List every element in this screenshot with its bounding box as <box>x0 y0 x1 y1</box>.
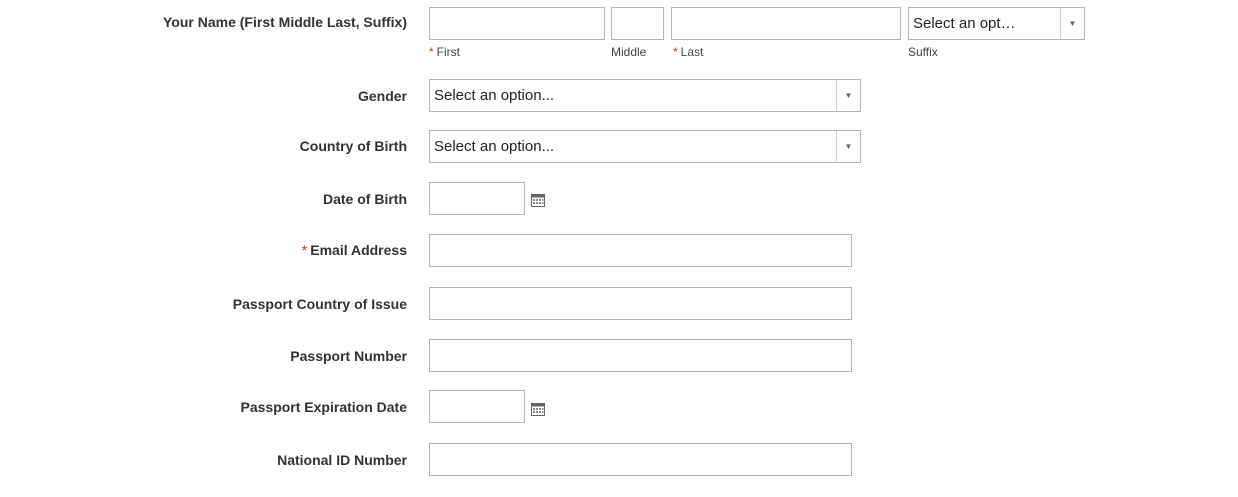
passport-country-label: Passport Country of Issue <box>232 296 407 312</box>
chevron-down-icon: ▼ <box>1060 8 1084 39</box>
gender-label: Gender <box>357 88 407 104</box>
last-sublabel: * Last <box>673 45 704 59</box>
country-of-birth-select[interactable]: Select an option... ▼ <box>429 130 861 163</box>
passport-expiration-input[interactable] <box>429 390 525 423</box>
email-field[interactable] <box>429 234 852 267</box>
first-name-input[interactable] <box>429 7 605 40</box>
suffix-select[interactable]: Select an opt… ▼ <box>908 7 1085 40</box>
passport-number-input[interactable] <box>429 339 852 372</box>
calendar-icon[interactable] <box>531 402 545 416</box>
name-label: Your Name (First Middle Last, Suffix) <box>163 14 407 30</box>
suffix-selected-value: Select an opt… <box>913 15 1016 32</box>
country-of-birth-selected-value: Select an option... <box>434 138 555 155</box>
first-sublabel: * First <box>429 45 460 59</box>
national-id-label: National ID Number <box>277 452 407 468</box>
chevron-down-icon: ▼ <box>836 80 860 111</box>
gender-select[interactable]: Select an option... ▼ <box>429 79 861 112</box>
last-name-input[interactable] <box>671 7 901 40</box>
middle-name-input[interactable] <box>611 7 664 40</box>
calendar-icon[interactable] <box>531 193 545 207</box>
date-of-birth-label: Date of Birth <box>323 191 407 207</box>
email-label: * Email Address <box>301 242 407 258</box>
suffix-sublabel: Suffix <box>908 45 938 59</box>
date-of-birth-input[interactable] <box>429 182 525 215</box>
passport-expiration-label: Passport Expiration Date <box>240 399 408 415</box>
middle-sublabel: Middle <box>611 45 647 59</box>
passport-country-input[interactable] <box>429 287 852 320</box>
gender-selected-value: Select an option... <box>434 87 555 104</box>
passport-number-label: Passport Number <box>290 348 407 364</box>
chevron-down-icon: ▼ <box>836 131 860 162</box>
national-id-input[interactable] <box>429 443 852 476</box>
country-of-birth-label: Country of Birth <box>299 138 407 154</box>
